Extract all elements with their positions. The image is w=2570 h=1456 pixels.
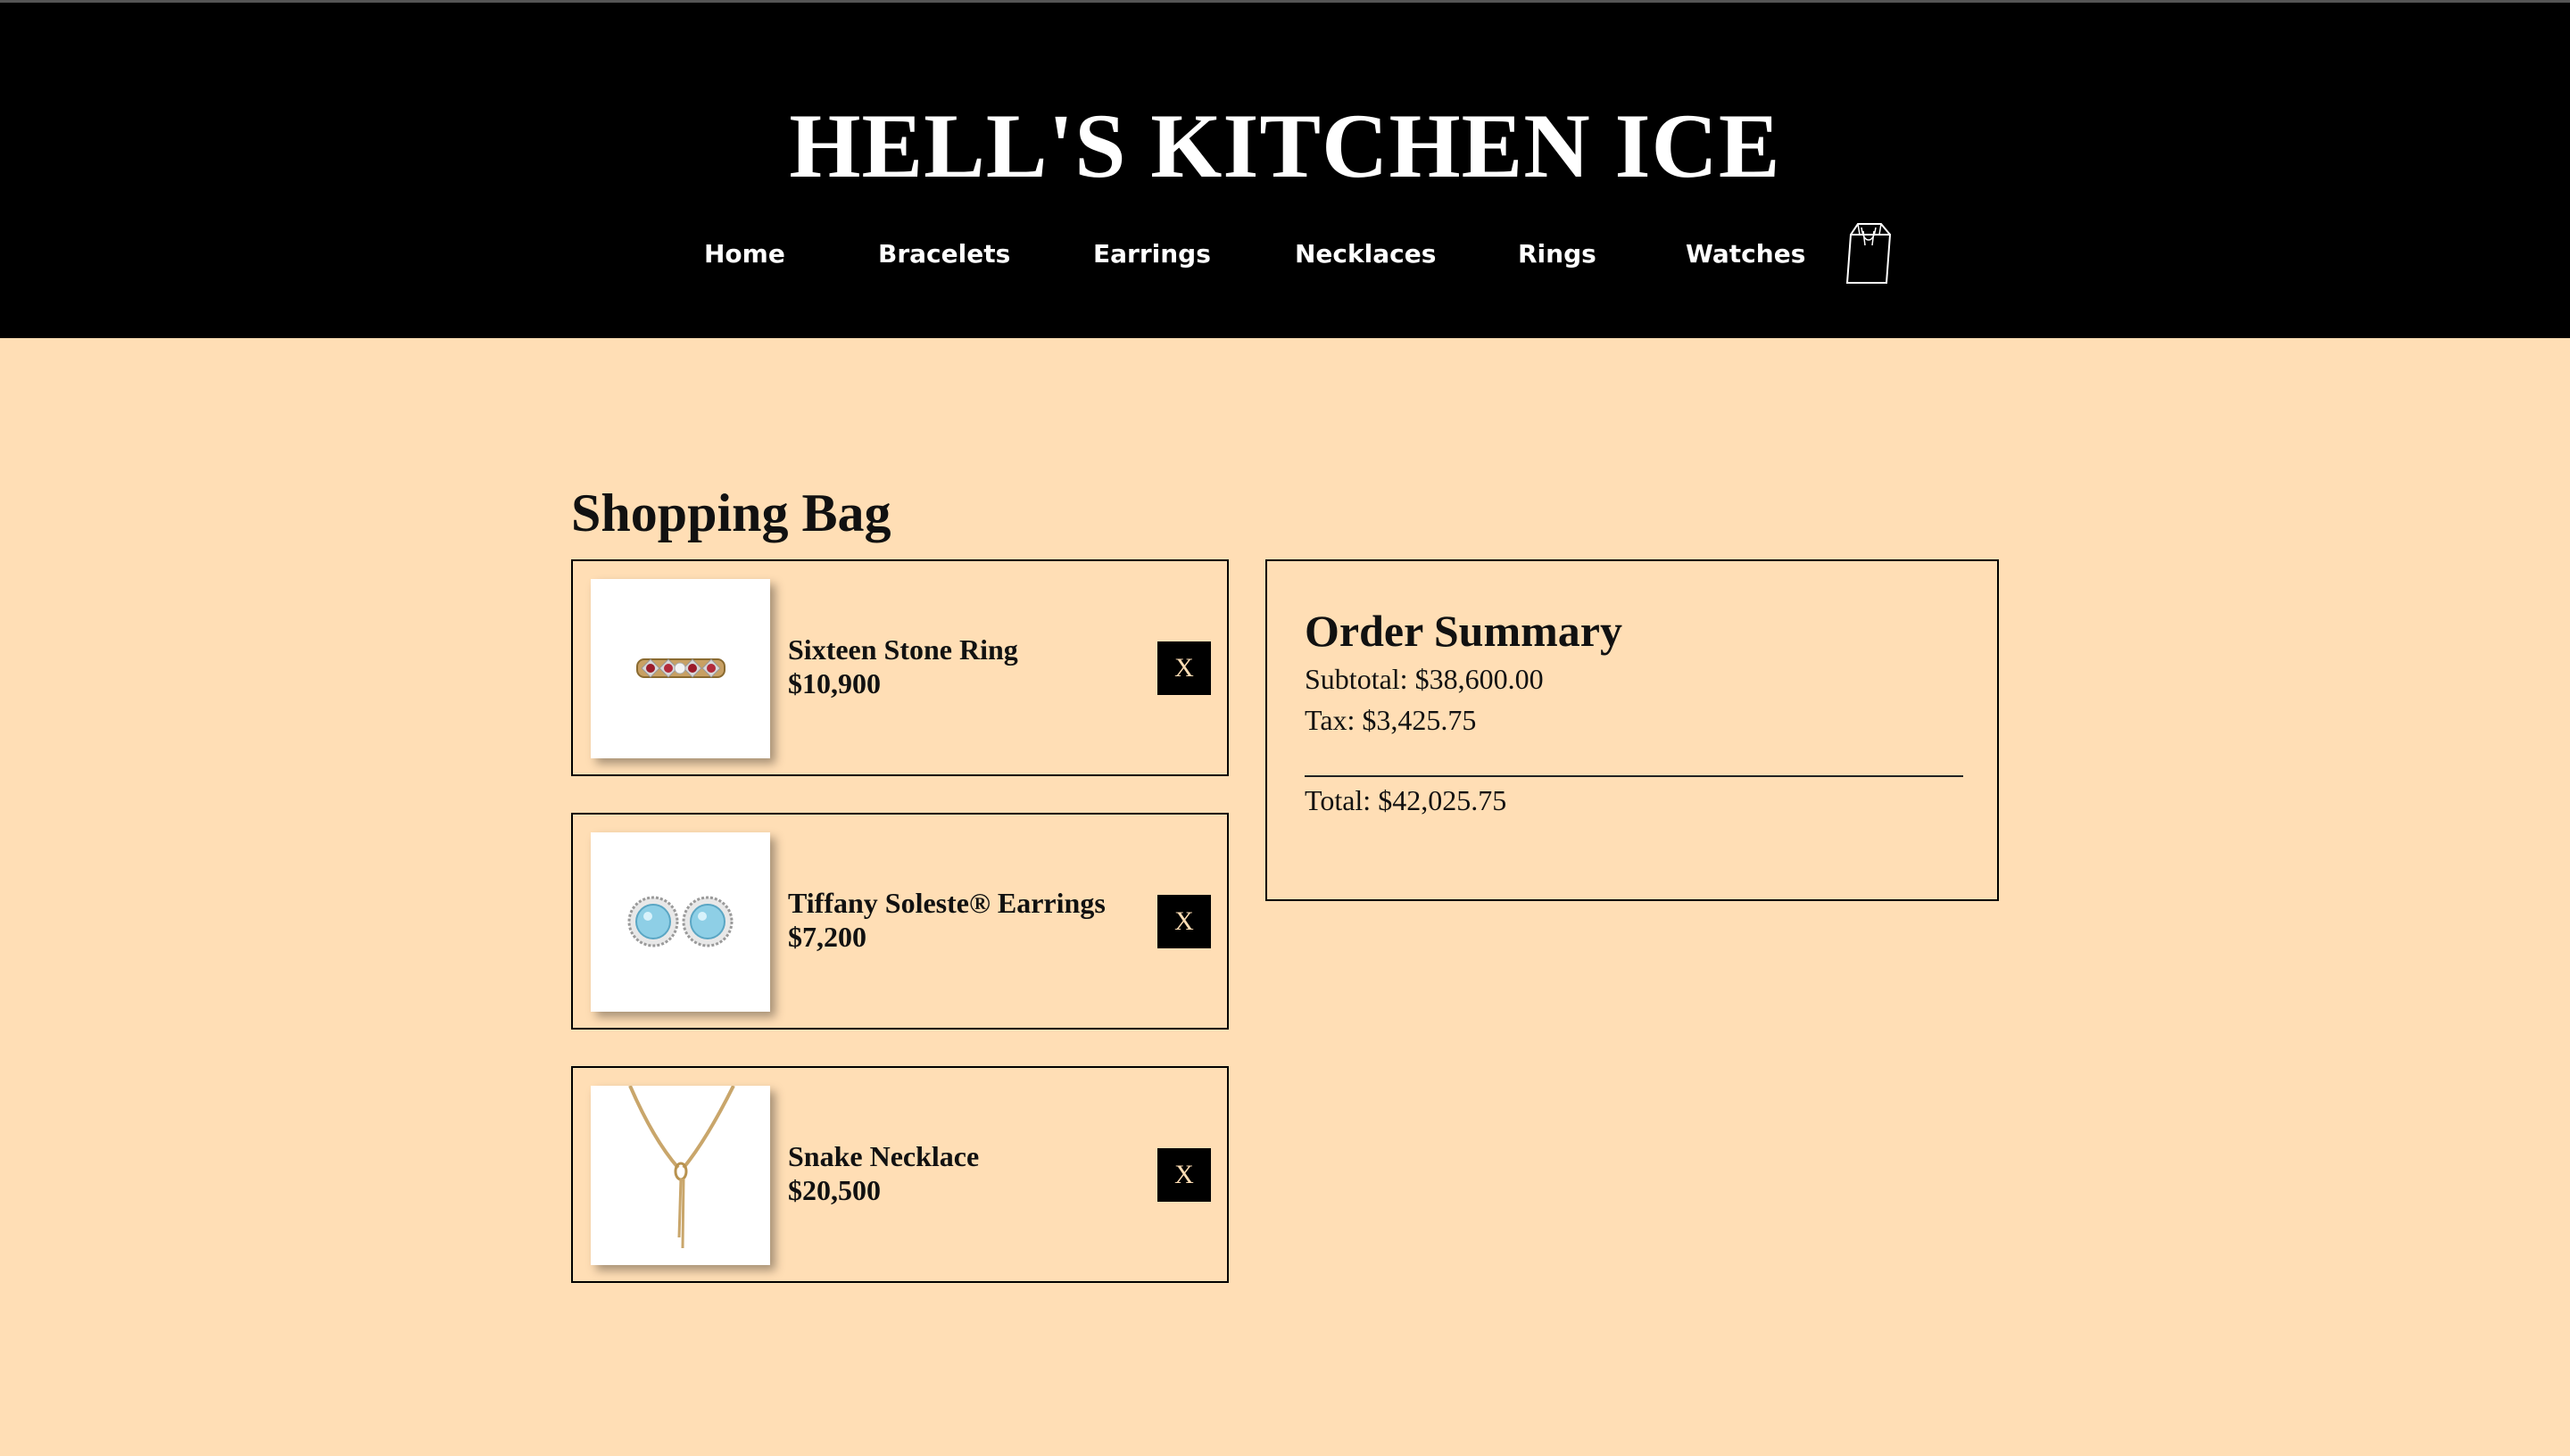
remove-item-button[interactable]: X — [1157, 1148, 1211, 1202]
item-name[interactable]: Snake Necklace — [788, 1139, 1163, 1173]
cart-item: Sixteen Stone Ring $10,900 X — [571, 559, 1229, 776]
remove-item-button[interactable]: X — [1157, 895, 1211, 948]
main-nav: Home Bracelets Earrings Necklaces Rings … — [0, 236, 2570, 272]
page-title: Shopping Bag — [571, 484, 891, 542]
tax-text: Tax: $3,425.75 — [1305, 704, 1477, 736]
item-info: Tiffany Soleste® Earrings $7,200 — [788, 886, 1163, 954]
order-summary: Order Summary Subtotal: $38,600.00 Tax: … — [1265, 559, 1999, 901]
ring-image[interactable] — [591, 579, 770, 758]
subtotal-text: Subtotal: $38,600.00 — [1305, 663, 1544, 695]
nav-rings[interactable]: Rings — [1518, 236, 1596, 272]
item-info: Sixteen Stone Ring $10,900 — [788, 633, 1163, 700]
summary-title: Order Summary — [1305, 606, 1622, 656]
cart-item: Tiffany Soleste® Earrings $7,200 X — [571, 813, 1229, 1030]
earrings-image[interactable] — [591, 832, 770, 1012]
nav-necklaces[interactable]: Necklaces — [1295, 236, 1436, 272]
site-header: HELL'S KITCHEN ICE Home Bracelets Earrin… — [0, 0, 2570, 338]
nav-watches[interactable]: Watches — [1686, 236, 1805, 272]
item-info: Snake Necklace $20,500 — [788, 1139, 1163, 1207]
summary-divider — [1305, 775, 1963, 777]
item-price: $7,200 — [788, 921, 866, 953]
item-price: $10,900 — [788, 667, 881, 699]
nav-earrings[interactable]: Earrings — [1093, 236, 1211, 272]
nav-home[interactable]: Home — [704, 236, 785, 272]
site-title[interactable]: HELL'S KITCHEN ICE — [0, 88, 2570, 204]
nav-bracelets[interactable]: Bracelets — [878, 236, 1010, 272]
item-name[interactable]: Tiffany Soleste® Earrings — [788, 886, 1163, 920]
remove-item-button[interactable]: X — [1157, 641, 1211, 695]
cart-item: Snake Necklace $20,500 X — [571, 1066, 1229, 1283]
item-price: $20,500 — [788, 1174, 881, 1206]
shopping-bag-icon[interactable] — [1845, 219, 1892, 285]
necklace-image[interactable] — [591, 1086, 770, 1265]
item-name[interactable]: Sixteen Stone Ring — [788, 633, 1163, 666]
total-text: Total: $42,025.75 — [1305, 784, 1507, 816]
